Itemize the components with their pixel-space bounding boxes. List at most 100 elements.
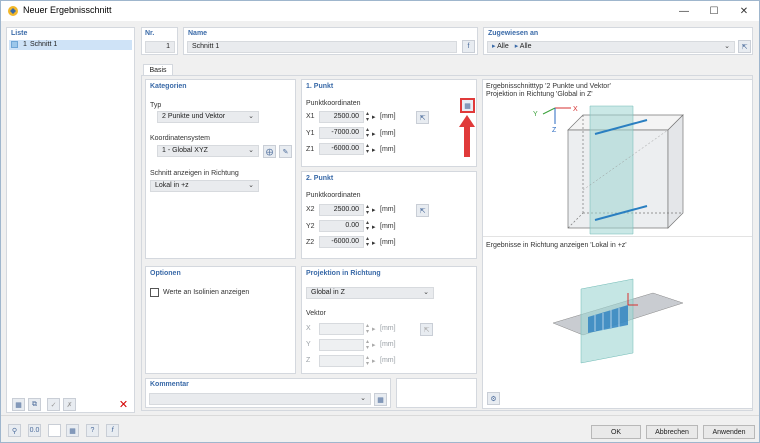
formula-icon[interactable]: f xyxy=(462,40,475,53)
kommentar-extra-panel xyxy=(396,378,477,408)
y2-arrow-icon[interactable]: ▸ xyxy=(372,223,376,231)
ks-dropdown[interactable]: 1 - Global XYZ ⌄ xyxy=(157,145,259,157)
vy-arrow-icon[interactable]: ▸ xyxy=(372,341,376,349)
help-icon[interactable]: ? xyxy=(86,424,99,437)
x1-arrow-icon[interactable]: ▸ xyxy=(372,113,376,121)
z1-unit: [mm] xyxy=(380,146,396,153)
punkt1-sub: Punktkoordinaten xyxy=(306,100,361,107)
x2-label: X2 xyxy=(306,206,315,213)
y2-label: Y2 xyxy=(306,223,315,230)
y1-field[interactable]: -7000.00 xyxy=(319,127,364,139)
z2-spinner[interactable]: ▴ ▾ xyxy=(366,236,369,248)
new-icon[interactable]: ▦ xyxy=(12,398,25,411)
kommentar-dropdown[interactable]: ⌄ xyxy=(149,393,371,405)
vy-unit: [mm] xyxy=(380,341,396,348)
list-item-number: 1 xyxy=(23,41,27,48)
table-icon[interactable]: ▦ xyxy=(66,424,79,437)
chevron-down-icon: ⌄ xyxy=(360,395,366,402)
z1-spinner[interactable]: ▴ ▾ xyxy=(366,143,369,155)
cancel-button[interactable]: Abbrechen xyxy=(646,425,698,439)
assigned-label: Zugewiesen an xyxy=(488,30,539,37)
delete-icon[interactable]: ✕ xyxy=(117,398,130,411)
list-item[interactable]: 1 Schnitt 1 xyxy=(9,40,132,50)
check-all-icon[interactable]: ✓ xyxy=(47,398,60,411)
search-icon[interactable]: ⚲ xyxy=(8,424,21,437)
nr-panel: Nr. 1 xyxy=(141,27,178,55)
punkt2-sub: Punktkoordinaten xyxy=(306,192,361,199)
vx-field[interactable] xyxy=(319,323,364,335)
schnitt-dropdown[interactable]: Lokal in +z ⌄ xyxy=(150,180,259,192)
list-item-name: Schnitt 1 xyxy=(30,41,58,48)
y2-field[interactable]: 0.00 xyxy=(319,220,364,232)
typ-label: Typ xyxy=(150,102,162,109)
y1-arrow-icon[interactable]: ▸ xyxy=(372,130,376,138)
vy-label: Y xyxy=(306,341,311,348)
pick-nodes-icon[interactable]: ▦ xyxy=(460,98,475,113)
vx-spinner[interactable]: ▴ ▾ xyxy=(366,323,369,335)
x2-spinner[interactable]: ▴ ▾ xyxy=(366,204,369,216)
preview-panel: Ergebnisschnitttyp '2 Punkte und Vektor'… xyxy=(482,79,753,409)
preview-text1: Ergebnisschnitttyp '2 Punkte und Vektor' xyxy=(486,83,611,90)
vy-spinner[interactable]: ▴ ▾ xyxy=(366,339,369,351)
copy-icon[interactable]: ⧉ xyxy=(28,398,41,411)
pick-vector-icon[interactable]: ⇱ xyxy=(420,323,433,336)
dialog-window: Neuer Ergebnisschnitt — ☐ ✕ Liste 1 Schn… xyxy=(0,0,760,443)
maximize-button[interactable]: ☐ xyxy=(699,1,729,21)
vy-field[interactable] xyxy=(319,339,364,351)
nr-field[interactable]: 1 xyxy=(145,41,175,53)
z2-unit: [mm] xyxy=(380,239,396,246)
optionen-header: Optionen xyxy=(150,270,181,277)
y1-unit: [mm] xyxy=(380,130,396,137)
punkt2-panel: 2. Punkt Punktkoordinaten X2 2500.00 ▴ ▾ … xyxy=(301,171,477,259)
z1-field[interactable]: -6000.00 xyxy=(319,143,364,155)
x1-label: X1 xyxy=(306,113,315,120)
pick-point-icon[interactable]: ⇱ xyxy=(416,204,429,217)
isolines-label: Werte an Isolinien anzeigen xyxy=(163,289,250,296)
assigned-dropdown[interactable]: ▸ Alle ▸ Alle ⌄ xyxy=(487,41,735,53)
projektion-header: Projektion in Richtung xyxy=(306,270,381,277)
z2-arrow-icon[interactable]: ▸ xyxy=(372,239,376,247)
units-icon[interactable]: 0.0 xyxy=(28,424,41,437)
ok-button[interactable]: OK xyxy=(591,425,641,439)
x1-spinner[interactable]: ▴ ▾ xyxy=(366,111,369,123)
chevron-down-icon: ⌄ xyxy=(248,113,254,120)
projektion-dropdown[interactable]: Global in Z ⌄ xyxy=(306,287,434,299)
projektion-panel: Projektion in Richtung Global in Z ⌄ Vekt… xyxy=(301,266,477,374)
close-button[interactable]: ✕ xyxy=(729,1,759,21)
uncheck-icon[interactable]: ✗ xyxy=(63,398,76,411)
y1-spinner[interactable]: ▴ ▾ xyxy=(366,127,369,139)
minimize-button[interactable]: — xyxy=(669,1,699,21)
vx-arrow-icon[interactable]: ▸ xyxy=(372,325,376,333)
preview-divider xyxy=(483,236,752,237)
vz-spinner[interactable]: ▴ ▾ xyxy=(366,355,369,367)
preview-settings-icon[interactable]: ⚙ xyxy=(487,392,500,405)
name-field[interactable]: Schnitt 1 xyxy=(187,41,457,53)
x1-field[interactable]: 2500.00 xyxy=(319,111,364,123)
x2-field[interactable]: 2500.00 xyxy=(319,204,364,216)
preview-diagram-2 xyxy=(552,278,684,364)
preview-diagram-1: X Y Z xyxy=(533,105,684,235)
app-icon xyxy=(8,6,18,16)
z2-field[interactable]: -6000.00 xyxy=(319,236,364,248)
function-icon[interactable]: f xyxy=(106,424,119,437)
x1-unit: [mm] xyxy=(380,113,396,120)
kommentar-edit-icon[interactable]: ▦ xyxy=(374,393,387,406)
x2-arrow-icon[interactable]: ▸ xyxy=(372,206,376,214)
isolines-checkbox[interactable] xyxy=(150,288,159,297)
y2-spinner[interactable]: ▴ ▾ xyxy=(366,220,369,232)
typ-dropdown[interactable]: 2 Punkte und Vektor ⌄ xyxy=(157,111,259,123)
edit-coordinate-system-icon[interactable]: ✎ xyxy=(279,145,292,158)
axis-z-label: Z xyxy=(552,127,557,134)
pick-point-icon[interactable]: ⇱ xyxy=(416,111,429,124)
vz-field[interactable] xyxy=(319,355,364,367)
new-coordinate-system-icon[interactable]: ⨁ xyxy=(263,145,276,158)
color-icon[interactable] xyxy=(48,424,61,437)
y1-label: Y1 xyxy=(306,130,315,137)
x2-unit: [mm] xyxy=(380,206,396,213)
z1-arrow-icon[interactable]: ▸ xyxy=(372,146,376,154)
vz-arrow-icon[interactable]: ▸ xyxy=(372,357,376,365)
select-icon[interactable]: ⇱ xyxy=(738,40,751,53)
apply-button[interactable]: Anwenden xyxy=(703,425,755,439)
item-color-swatch xyxy=(11,41,18,48)
footer-divider xyxy=(1,415,759,416)
